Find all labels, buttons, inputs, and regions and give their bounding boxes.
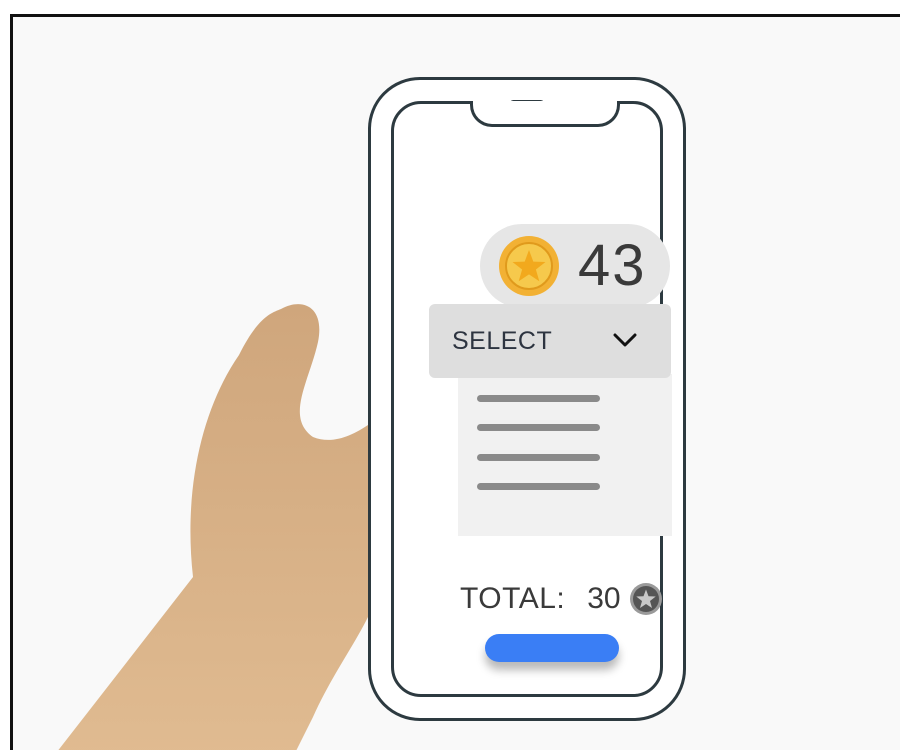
dropdown-option[interactable] — [477, 454, 600, 461]
dropdown-options-list — [458, 374, 672, 536]
chevron-down-icon — [613, 333, 637, 347]
phone-device: 43 SELECT TOTAL: 30 — [368, 77, 686, 721]
total-label: TOTAL: — [460, 582, 566, 615]
illustration-canvas: 43 SELECT TOTAL: 30 — [10, 14, 900, 750]
select-dropdown[interactable]: SELECT — [429, 304, 671, 378]
select-dropdown-label: SELECT — [452, 327, 553, 355]
total-row: TOTAL: 30 — [460, 579, 663, 619]
phone-screen: 43 SELECT TOTAL: 30 — [391, 101, 672, 697]
coin-balance-value: 43 — [578, 233, 647, 298]
total-value: 30 — [587, 582, 621, 615]
dropdown-option[interactable] — [477, 483, 600, 490]
confirm-button[interactable] — [485, 634, 619, 662]
dropdown-option[interactable] — [477, 395, 600, 402]
gold-star-coin-icon — [499, 236, 559, 296]
dropdown-option[interactable] — [477, 424, 600, 431]
phone-notch — [470, 101, 620, 127]
grey-star-coin-icon — [629, 583, 662, 615]
coin-balance-badge: 43 — [480, 224, 670, 308]
